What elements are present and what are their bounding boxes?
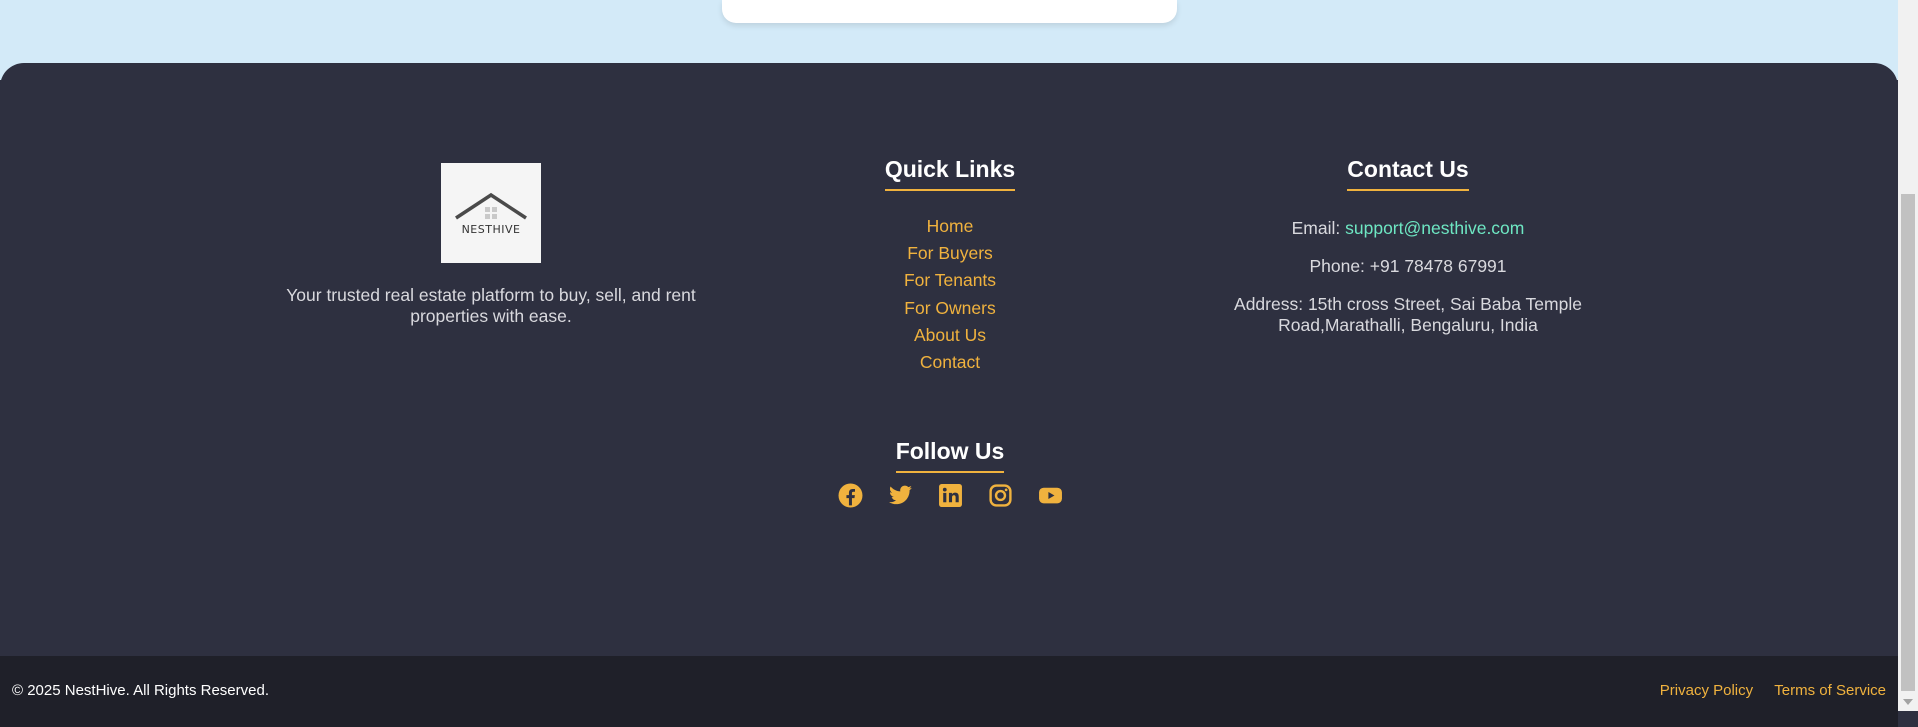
youtube-icon[interactable] — [1038, 483, 1063, 508]
social-icons — [800, 483, 1100, 508]
contact-address: Address: 15th cross Street, Sai Baba Tem… — [1234, 294, 1582, 335]
footer-tagline: Your trusted real estate platform to buy… — [286, 285, 696, 326]
nesthive-logo[interactable]: NESTHIVE — [441, 163, 541, 263]
content-card — [722, 0, 1177, 23]
house-roof-icon — [455, 192, 527, 219]
logo-text: NESTHIVE — [461, 222, 521, 236]
footer-link-for-buyers[interactable]: For Buyers — [850, 240, 1050, 267]
quick-links-column: Quick Links Home For Buyers For Tenants … — [850, 156, 1050, 376]
footer-bottom-bar: © 2025 NestHive. All Rights Reserved. Pr… — [0, 656, 1898, 727]
terms-of-service-link[interactable]: Terms of Service — [1774, 682, 1886, 699]
scroll-down-arrow-icon[interactable] — [1903, 699, 1913, 705]
email-label: Email: — [1291, 218, 1341, 238]
contact-email: Email: support@nesthive.com — [1200, 218, 1616, 239]
follow-us-heading: Follow Us — [895, 438, 1005, 473]
facebook-icon[interactable] — [838, 483, 863, 508]
legal-links: Privacy Policy Terms of Service — [1643, 682, 1886, 699]
footer-brand-column: NESTHIVE Your trusted real estate platfo… — [280, 163, 702, 327]
email-link[interactable]: support@nesthive.com — [1345, 218, 1524, 238]
copyright-text: © 2025 NestHive. All Rights Reserved. — [12, 682, 269, 699]
footer-link-for-owners[interactable]: For Owners — [850, 295, 1050, 322]
scrollbar-thumb[interactable] — [1901, 194, 1915, 691]
quick-links-heading: Quick Links — [884, 156, 1016, 191]
footer-link-for-tenants[interactable]: For Tenants — [850, 267, 1050, 294]
footer-link-about-us[interactable]: About Us — [850, 322, 1050, 349]
follow-us-section: Follow Us — [800, 438, 1100, 508]
footer-link-home[interactable]: Home — [850, 213, 1050, 240]
twitter-icon[interactable] — [888, 483, 913, 508]
instagram-icon[interactable] — [988, 483, 1013, 508]
footer-link-contact[interactable]: Contact — [850, 349, 1050, 376]
linkedin-icon[interactable] — [938, 483, 963, 508]
quick-links-list: Home For Buyers For Tenants For Owners A… — [850, 213, 1050, 376]
contact-column: Contact Us Email: support@nesthive.com P… — [1200, 156, 1616, 336]
privacy-policy-link[interactable]: Privacy Policy — [1660, 682, 1753, 699]
contact-phone: Phone: +91 78478 67991 — [1309, 256, 1507, 276]
page-scrollbar[interactable] — [1898, 0, 1918, 711]
contact-heading: Contact Us — [1347, 156, 1469, 191]
site-footer: NESTHIVE Your trusted real estate platfo… — [0, 63, 1898, 727]
